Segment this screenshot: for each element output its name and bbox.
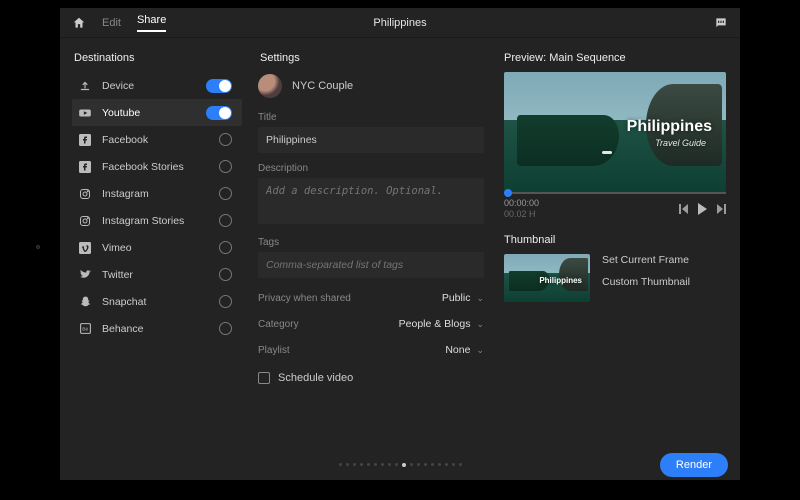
overlay-subtitle: Travel Guide [655,138,706,148]
tags-input[interactable] [258,252,484,278]
app-screen: Edit Share Philippines Destinations Devi… [60,8,740,468]
settings-panel: Settings NYC Couple Title Description Ta… [242,38,500,468]
feedback-icon[interactable] [714,16,728,30]
play-button[interactable] [698,203,707,215]
youtube-icon [78,106,92,120]
destination-facebook[interactable]: Facebook [72,126,242,153]
instagram-icon [78,214,92,228]
overlay-title: Philippines [627,118,712,136]
custom-thumbnail-button[interactable]: Custom Thumbnail [602,276,690,288]
snapchat-icon [78,295,92,309]
destination-label: Vimeo [102,242,132,254]
destination-behance[interactable]: Bē Behance [72,315,242,342]
seek-handle[interactable] [504,189,512,197]
toggle-instagram-stories[interactable] [219,214,232,227]
tags-label: Tags [258,237,484,248]
account-name: NYC Couple [292,80,353,92]
playlist-row[interactable]: Playlist None ⌄ [258,344,484,356]
page-dots [60,463,740,467]
time-current: 00:00:00 [504,198,539,209]
account-row[interactable]: NYC Couple [258,74,484,98]
toggle-youtube[interactable] [206,106,232,120]
toggle-facebook[interactable] [219,133,232,146]
category-row[interactable]: Category People & Blogs ⌄ [258,318,484,330]
destination-label: Twitter [102,269,133,281]
chevron-down-icon: ⌄ [476,319,484,330]
render-button[interactable]: Render [660,453,728,477]
destination-label: Snapchat [102,296,146,308]
destination-twitter[interactable]: Twitter [72,261,242,288]
preview-panel: Preview: Main Sequence Philippines Trave… [500,38,740,468]
instagram-icon [78,187,92,201]
toggle-twitter[interactable] [219,268,232,281]
tab-edit[interactable]: Edit [102,17,121,29]
seek-bar[interactable] [504,192,726,194]
privacy-value: Public [442,292,471,304]
toggle-instagram[interactable] [219,187,232,200]
avatar [258,74,282,98]
facebook-icon [78,160,92,174]
destination-vimeo[interactable]: Vimeo [72,234,242,261]
thumbnail-header: Thumbnail [504,234,726,246]
title-input[interactable] [258,127,484,153]
destination-instagram-stories[interactable]: Instagram Stories [72,207,242,234]
description-label: Description [258,163,484,174]
playlist-label: Playlist [258,345,290,356]
video-preview[interactable]: Philippines Travel Guide [504,72,726,192]
preview-header: Preview: Main Sequence [504,52,726,64]
destination-label: Instagram [102,188,149,200]
tablet-home-button[interactable] [36,245,40,249]
destination-youtube[interactable]: Youtube [72,99,242,126]
topbar: Edit Share Philippines [60,8,740,38]
time-fine: 00.02 H [504,209,539,220]
privacy-label: Privacy when shared [258,293,351,304]
destination-label: Behance [102,323,143,335]
toggle-snapchat[interactable] [219,295,232,308]
step-forward-button[interactable] [717,204,726,214]
toggle-behance[interactable] [219,322,232,335]
behance-icon: Bē [78,322,92,336]
set-current-frame-button[interactable]: Set Current Frame [602,254,690,266]
destinations-header: Destinations [74,52,242,64]
twitter-icon [78,268,92,282]
thumbnail-title: Philippines [539,276,582,285]
home-icon[interactable] [72,16,86,30]
category-label: Category [258,319,299,330]
tab-share[interactable]: Share [137,14,166,32]
playlist-value: None [445,344,470,356]
chevron-down-icon: ⌄ [476,345,484,356]
bottom-bar: Render [60,450,740,480]
schedule-label: Schedule video [278,372,353,384]
chevron-down-icon: ⌄ [476,293,484,304]
destination-label: Instagram Stories [102,215,184,227]
vimeo-icon [78,241,92,255]
toggle-facebook-stories[interactable] [219,160,232,173]
project-title: Philippines [272,17,528,29]
destination-device[interactable]: Device [72,72,242,99]
privacy-row[interactable]: Privacy when shared Public ⌄ [258,292,484,304]
destination-label: Facebook [102,134,148,146]
destination-snapchat[interactable]: Snapchat [72,288,242,315]
toggle-vimeo[interactable] [219,241,232,254]
toggle-device[interactable] [206,79,232,93]
step-back-button[interactable] [679,204,688,214]
destination-facebook-stories[interactable]: Facebook Stories [72,153,242,180]
description-input[interactable] [258,178,484,224]
destinations-sidebar: Destinations Device Youtube Facebook [60,38,242,468]
destination-label: Facebook Stories [102,161,184,173]
category-value: People & Blogs [399,318,471,330]
thumbnail-preview[interactable]: Philippines [504,254,590,302]
destination-label: Device [102,80,134,92]
destination-instagram[interactable]: Instagram [72,180,242,207]
schedule-row[interactable]: Schedule video [258,372,484,384]
svg-text:Bē: Bē [82,327,88,333]
schedule-checkbox[interactable] [258,372,270,384]
facebook-icon [78,133,92,147]
destination-label: Youtube [102,107,140,119]
upload-icon [78,79,92,93]
title-label: Title [258,112,484,123]
settings-header: Settings [260,52,484,64]
